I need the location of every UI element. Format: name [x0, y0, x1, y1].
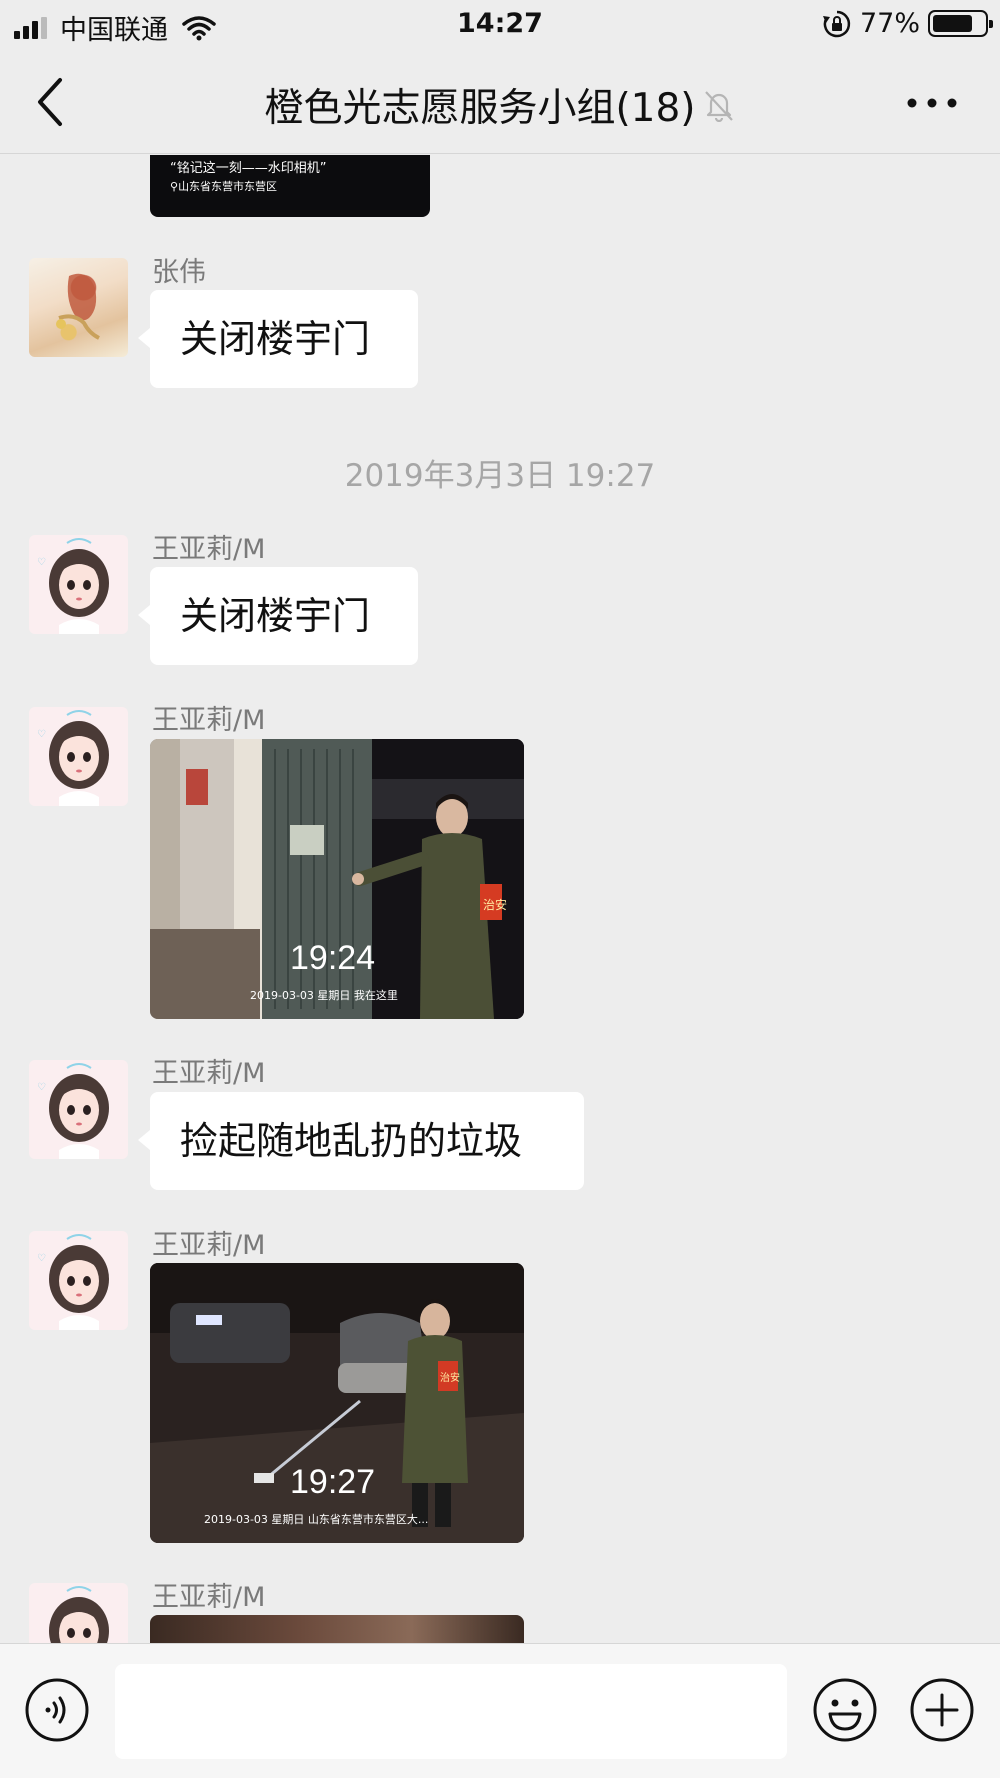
avatar-illustration — [56, 273, 100, 340]
watermark-location: ⚲山东省东营市东营区 — [170, 180, 278, 193]
add-icon[interactable] — [909, 1677, 975, 1743]
avatar[interactable]: ♡ — [29, 1060, 128, 1159]
chat-area[interactable]: “铭记这一刻——水印相机” ⚲山东省东营市东营区 张伟 关闭楼宇门 2019年3… — [0, 155, 1000, 1643]
svg-text:♡: ♡ — [37, 729, 46, 740]
message-input[interactable] — [115, 1664, 787, 1759]
sender-name: 王亚莉/M — [152, 534, 266, 565]
avatar-illustration: ♡ — [37, 1234, 109, 1330]
watermark-caption: “铭记这一刻——水印相机” — [170, 161, 327, 176]
photo-time-overlay: 19:24 — [290, 939, 376, 977]
avatar[interactable] — [29, 1583, 128, 1643]
partial-photo-message[interactable]: “铭记这一刻——水印相机” ⚲山东省东营市东营区 — [150, 155, 430, 217]
status-right: 77% — [822, 8, 993, 39]
armband-text: 治安 — [440, 1371, 460, 1384]
svg-text:♡: ♡ — [37, 557, 46, 568]
avatar-illustration — [49, 1586, 109, 1643]
armband-text: 治安 — [483, 897, 507, 912]
battery-fill — [933, 15, 972, 32]
avatar[interactable]: ♡ — [29, 1231, 128, 1330]
avatar-illustration: ♡ — [37, 538, 109, 634]
photo-message[interactable] — [150, 1615, 524, 1643]
message-bubble[interactable]: 关闭楼宇门 — [138, 290, 418, 388]
location-pin-icon: ⚲ — [170, 180, 179, 193]
avatar[interactable]: ♡ — [29, 535, 128, 634]
rotation-lock-icon — [822, 10, 851, 37]
photo-caption-overlay: 2019-03-03 星期日 我在这里 — [250, 989, 398, 1002]
avatar[interactable] — [29, 258, 128, 357]
sender-name: 张伟 — [152, 257, 206, 288]
sender-name: 王亚莉/M — [152, 1230, 266, 1261]
photo-caption-overlay: 2019-03-03 星期日 山东省东营市东营区大... — [204, 1513, 429, 1526]
photo-message[interactable]: 治安 19:27 2019-03-03 星期日 山东省东营市东营区大... — [150, 1263, 524, 1543]
sender-name: 王亚莉/M — [152, 1582, 266, 1613]
avatar-illustration: ♡ — [37, 1063, 109, 1159]
chat-title-text: 橙色光志愿服务小组(18) — [264, 86, 696, 131]
emoji-icon[interactable] — [812, 1677, 878, 1743]
svg-text:♡: ♡ — [37, 1082, 46, 1093]
voice-icon[interactable] — [24, 1677, 90, 1743]
input-bar — [0, 1643, 1000, 1778]
chat-timestamp: 2019年3月3日 19:27 — [344, 458, 656, 494]
sender-name: 王亚莉/M — [152, 1058, 266, 1089]
battery-percent: 77% — [859, 8, 920, 39]
sender-name: 王亚莉/M — [152, 705, 266, 736]
more-options-icon[interactable] — [902, 78, 962, 128]
photo-time-overlay: 19:27 — [290, 1463, 376, 1501]
message-bubble[interactable]: 关闭楼宇门 — [138, 567, 418, 665]
status-bar: 中国联通 14:27 77% — [0, 0, 1000, 50]
mute-bell-icon — [704, 91, 733, 122]
avatar-illustration: ♡ — [37, 710, 109, 806]
photo-message[interactable]: 治安 19:24 2019-03-03 星期日 我在这里 — [150, 739, 524, 1019]
svg-text:♡: ♡ — [37, 1253, 46, 1264]
battery-icon — [928, 10, 993, 37]
nav-bar: 橙色光志愿服务小组(18) — [0, 50, 1000, 154]
message-bubble[interactable]: 捡起随地乱扔的垃圾 — [138, 1092, 584, 1190]
avatar[interactable]: ♡ — [29, 707, 128, 806]
chat-title: 橙色光志愿服务小组(18) — [0, 77, 1000, 133]
